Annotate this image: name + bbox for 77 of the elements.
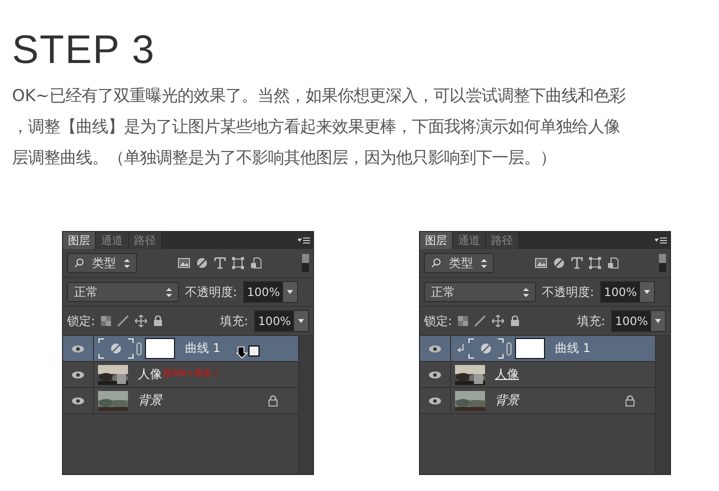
eye-icon bbox=[71, 344, 85, 352]
filter-toggle-icon bbox=[302, 254, 309, 272]
updown-icon bbox=[481, 258, 487, 268]
eye-icon bbox=[71, 370, 85, 378]
annotation-text: 按Alt+单击！ bbox=[163, 367, 221, 380]
blend-mode-dropdown[interactable]: 正常 bbox=[424, 282, 536, 302]
filter-dropdown[interactable]: 类型 bbox=[67, 253, 137, 273]
step-title: STEP 3 bbox=[12, 28, 156, 72]
layer-name: 人像 bbox=[495, 366, 519, 383]
updown-icon bbox=[523, 288, 529, 296]
checker-icon bbox=[101, 316, 112, 326]
move-icon bbox=[135, 315, 148, 327]
opacity-label: 不透明度: bbox=[185, 284, 238, 300]
layer-name: 背景 bbox=[495, 392, 519, 409]
eye-icon bbox=[428, 370, 442, 378]
menu-icon bbox=[298, 236, 310, 244]
adjustment-icon bbox=[196, 257, 208, 269]
filter-dropdown[interactable]: 类型 bbox=[424, 253, 494, 273]
smart-object-icon bbox=[250, 257, 262, 269]
chain-icon bbox=[136, 342, 142, 356]
fill-field[interactable]: 100% bbox=[254, 310, 309, 332]
shape-icon bbox=[588, 257, 600, 269]
smart-object-icon bbox=[606, 257, 618, 269]
layer-name: 人像 bbox=[138, 366, 162, 383]
lock-label: 锁定: bbox=[67, 312, 96, 330]
opacity-label: 不透明度: bbox=[542, 284, 594, 300]
search-icon bbox=[431, 258, 441, 268]
updown-icon bbox=[124, 258, 130, 268]
layer-name: 曲线 1 bbox=[185, 340, 220, 357]
image-icon bbox=[534, 258, 546, 268]
adjustment-thumbnail-icon bbox=[98, 338, 134, 359]
updown-icon bbox=[166, 288, 172, 296]
caret-icon bbox=[298, 319, 304, 323]
layer-row[interactable]: 背景 bbox=[420, 388, 655, 414]
adjustment-thumbnail-icon bbox=[468, 338, 504, 359]
opacity-field[interactable]: 100% bbox=[600, 281, 655, 303]
lock-icon bbox=[153, 315, 164, 327]
eye-icon bbox=[428, 344, 442, 352]
panel-tab[interactable]: 图层 bbox=[63, 232, 96, 249]
shape-icon bbox=[232, 257, 244, 269]
fill-label: 填充: bbox=[220, 312, 248, 330]
lock-label: 锁定: bbox=[424, 312, 452, 330]
brush-icon bbox=[117, 315, 130, 327]
paragraph: OK~已经有了双重曝光的效果了。当然，如果你想更深入，可以尝试调整下曲线和色彩 ，调整【曲线】是为了让图片某些地方看起来效果更棒，下面我将演示如何单独给人像 层调整曲线。（单独调整是为了不影响其他图层，因为他只影响到下一层。） bbox=[12, 85, 626, 169]
blend-mode-dropdown[interactable]: 正常 bbox=[67, 282, 179, 302]
lock-icon bbox=[510, 315, 520, 327]
type-icon bbox=[214, 257, 226, 269]
mask-thumbnail bbox=[145, 338, 175, 359]
eye-icon bbox=[428, 396, 442, 404]
image-icon bbox=[178, 258, 190, 268]
filter-toggle-icon bbox=[659, 254, 666, 272]
search-icon bbox=[74, 258, 84, 268]
adjustment-icon bbox=[552, 257, 564, 269]
scrollbar[interactable] bbox=[655, 336, 670, 474]
layer-row[interactable]: 人像 bbox=[420, 362, 655, 388]
brush-icon bbox=[474, 315, 486, 327]
move-icon bbox=[492, 315, 504, 327]
layer-row[interactable]: 曲线 1 bbox=[420, 336, 655, 362]
eye-icon bbox=[71, 396, 85, 404]
layer-row[interactable]: 背景 bbox=[63, 388, 298, 414]
scrollbar[interactable] bbox=[298, 336, 313, 474]
caret-icon bbox=[644, 290, 650, 294]
chain-icon bbox=[506, 342, 512, 356]
layer-row[interactable]: 人像按Alt+单击！ bbox=[63, 362, 298, 388]
caret-icon bbox=[286, 290, 293, 294]
caret-icon bbox=[655, 319, 661, 323]
layer-name: 背景 bbox=[138, 392, 162, 409]
menu-icon bbox=[655, 236, 667, 244]
opacity-field[interactable]: 100% bbox=[243, 281, 298, 303]
fill-label: 填充: bbox=[577, 312, 606, 330]
checker-icon bbox=[458, 316, 468, 326]
layer-name: 曲线 1 bbox=[555, 340, 590, 357]
type-icon bbox=[570, 257, 582, 269]
panel-tab[interactable]: 图层 bbox=[420, 232, 453, 249]
fill-field[interactable]: 100% bbox=[611, 310, 666, 332]
layer-row[interactable]: 曲线 1 bbox=[63, 336, 298, 362]
mask-thumbnail bbox=[515, 338, 545, 359]
